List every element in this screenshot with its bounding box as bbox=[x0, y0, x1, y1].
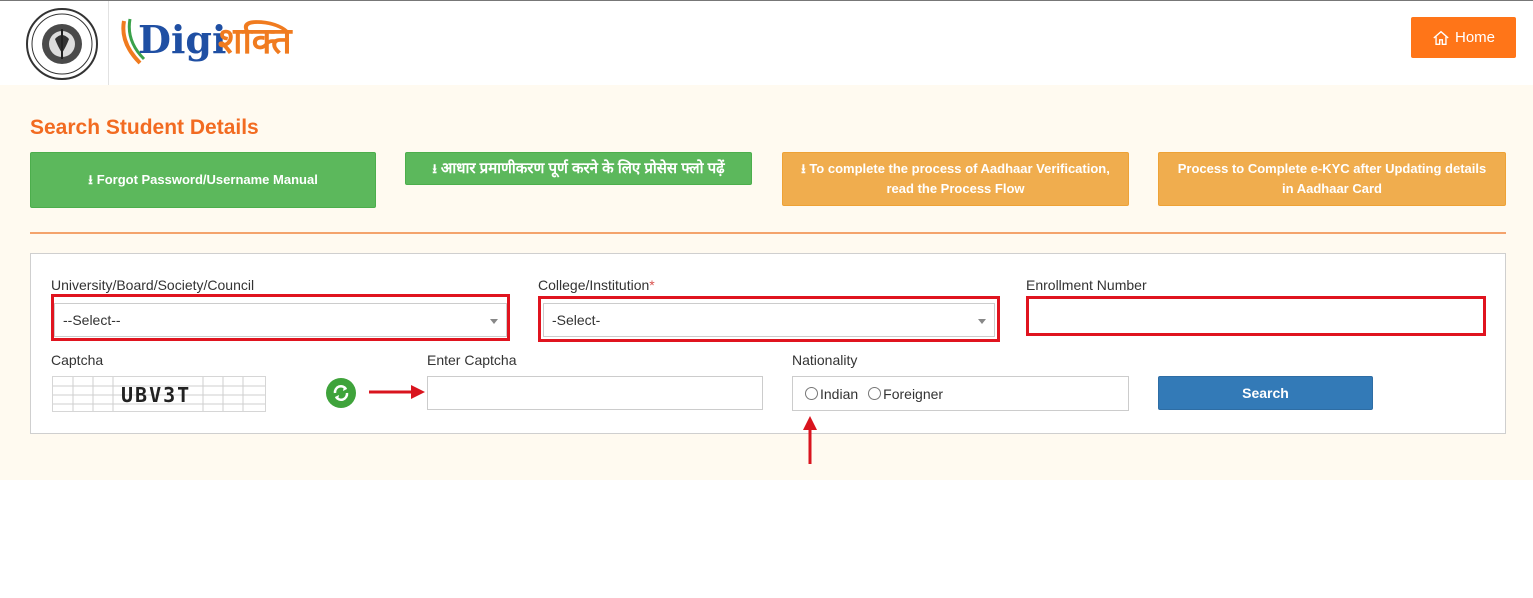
home-button-label: Home bbox=[1454, 29, 1495, 46]
arrow-right-icon bbox=[369, 385, 425, 399]
radio-foreigner-circle[interactable] bbox=[868, 387, 882, 400]
nationality-radio-group: Indian Foreigner bbox=[792, 376, 1129, 411]
download-icon: ⭳ bbox=[432, 160, 437, 176]
ekyc-label: Process to Complete e-KYC after Updating… bbox=[1177, 161, 1487, 196]
college-label-text: College/Institution bbox=[538, 277, 650, 293]
university-label: University/Board/Society/Council bbox=[51, 277, 255, 293]
aadhaar-flow-label: ⭳ To complete the process of Aadhaar Ver… bbox=[801, 159, 1110, 199]
university-select[interactable]: --Select-- bbox=[54, 303, 507, 337]
search-form: University/Board/Society/Council --Selec… bbox=[30, 253, 1506, 464]
logo-hindi-text: शक्ति bbox=[218, 21, 292, 62]
download-icon: ⭳ bbox=[88, 172, 93, 187]
captcha-text: UBV3T bbox=[121, 383, 192, 407]
radio-indian[interactable]: Indian bbox=[805, 386, 858, 402]
ekyc-button[interactable]: Process to Complete e-KYC after Updating… bbox=[1158, 152, 1506, 206]
aadhaar-flow-text: To complete the process of Aadhaar Verif… bbox=[809, 161, 1110, 196]
chevron-down-icon bbox=[978, 319, 986, 324]
college-select-value: -Select- bbox=[552, 312, 601, 328]
home-icon bbox=[1433, 30, 1449, 45]
captcha-label: Captcha bbox=[51, 352, 104, 368]
chevron-down-icon bbox=[490, 319, 498, 324]
university-select-value: --Select-- bbox=[63, 312, 121, 328]
captcha-input[interactable] bbox=[427, 376, 763, 410]
emblem-icon bbox=[26, 8, 98, 80]
enter-captcha-label: Enter Captcha bbox=[427, 352, 517, 368]
page-title: Search Student Details bbox=[30, 116, 259, 139]
radio-indian-circle[interactable] bbox=[805, 387, 818, 400]
divider bbox=[30, 232, 1506, 234]
radio-indian-label: Indian bbox=[820, 385, 859, 402]
refresh-captcha-button[interactable] bbox=[326, 378, 356, 408]
digishakti-logo: Digi शक्ति bbox=[118, 9, 318, 79]
arrow-up-icon bbox=[803, 416, 817, 464]
required-asterisk: * bbox=[649, 277, 655, 293]
header-divider bbox=[108, 1, 109, 85]
radio-foreigner-label: Foreigner bbox=[883, 385, 944, 402]
home-button[interactable]: Home bbox=[1411, 17, 1516, 58]
logo-latin-text: Digi bbox=[138, 17, 227, 62]
search-panel: Search Student Details ⭳ Forgot Password… bbox=[0, 85, 1533, 480]
refresh-icon bbox=[333, 385, 349, 401]
aadhaar-hindi-button[interactable]: ⭳ आधार प्रमाणीकरण पूर्ण करने के लिए प्रो… bbox=[405, 152, 752, 185]
captcha-image: UBV3T bbox=[52, 376, 266, 412]
college-label: College/Institution* bbox=[538, 277, 655, 293]
radio-foreigner[interactable]: Foreigner bbox=[868, 386, 943, 402]
site-header: Digi शक्ति Home bbox=[0, 1, 1533, 85]
forgot-manual-button[interactable]: ⭳ Forgot Password/Username Manual bbox=[30, 152, 376, 208]
college-select[interactable]: -Select- bbox=[543, 303, 995, 337]
aadhaar-flow-button[interactable]: ⭳ To complete the process of Aadhaar Ver… bbox=[782, 152, 1129, 206]
forgot-manual-label: Forgot Password/Username Manual bbox=[96, 172, 318, 187]
search-button[interactable]: Search bbox=[1158, 376, 1373, 410]
nationality-label: Nationality bbox=[792, 352, 858, 368]
download-icon: ⭳ bbox=[801, 161, 806, 176]
enrollment-input[interactable] bbox=[1030, 300, 1482, 332]
aadhaar-hindi-label: आधार प्रमाणीकरण पूर्ण करने के लिए प्रोसे… bbox=[440, 159, 725, 177]
enrollment-label: Enrollment Number bbox=[1026, 277, 1147, 293]
